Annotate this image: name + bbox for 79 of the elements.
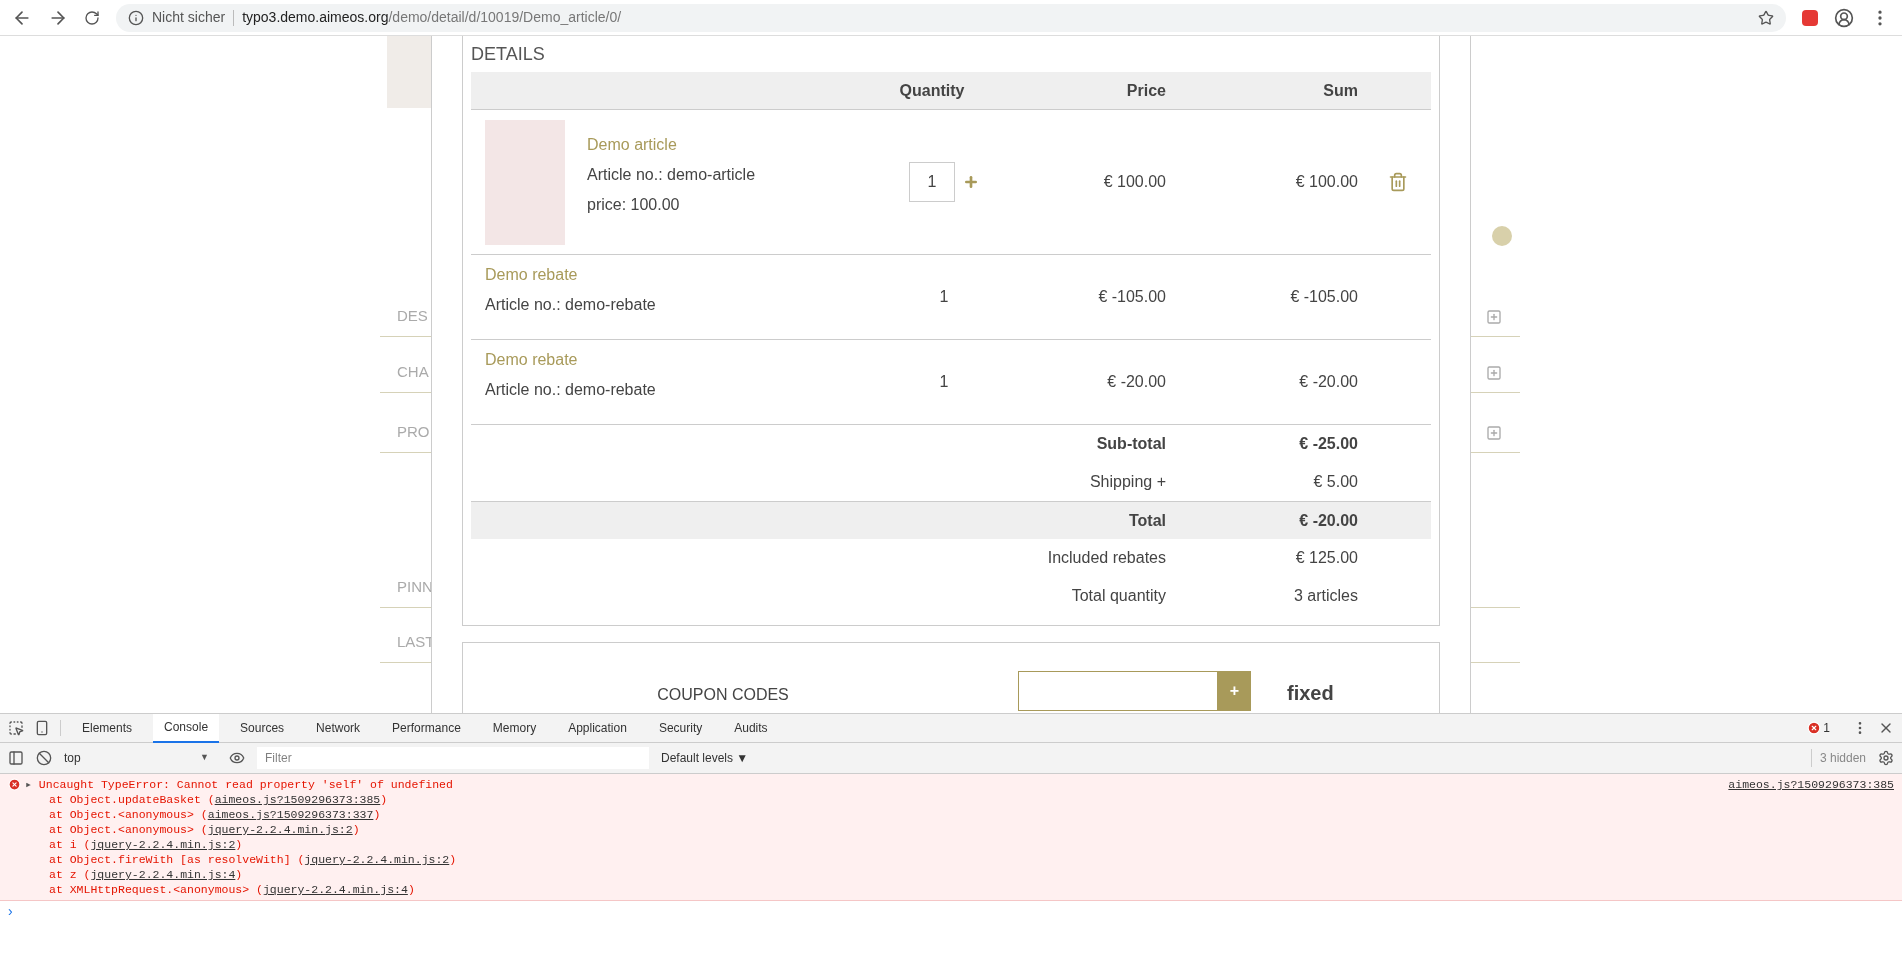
settings-icon[interactable] — [1878, 750, 1894, 766]
quantity: 1 — [939, 372, 949, 392]
sum: € -105.00 — [1289, 287, 1358, 307]
quantity-field[interactable]: 1 — [909, 162, 955, 202]
stack-line: at i (jquery-2.2.4.min.js:2) — [48, 837, 244, 852]
price: € -105.00 — [1097, 287, 1166, 307]
stack-link[interactable]: jquery-2.2.4.min.js:4 — [262, 883, 408, 896]
price: € -20.00 — [1106, 372, 1166, 392]
total-value: € -20.00 — [1298, 510, 1358, 531]
sum: € -20.00 — [1298, 372, 1358, 392]
coupon-field[interactable] — [1018, 671, 1218, 711]
error-count: 1 — [1823, 720, 1830, 737]
devtools-tab[interactable]: Network — [305, 713, 372, 743]
total-label: Total — [1127, 510, 1166, 531]
caret-icon: ▼ — [200, 751, 209, 765]
stack-link[interactable]: aimeos.js?1509296373:337 — [207, 808, 374, 821]
devtools-tab[interactable]: Memory — [481, 713, 548, 743]
inspect-icon[interactable] — [8, 720, 24, 736]
error-message[interactable]: ▸ Uncaught TypeError: Cannot read property 'self' of undefined — [25, 777, 453, 792]
sum: € 100.00 — [1294, 172, 1358, 192]
bookmark-star-icon[interactable] — [1758, 9, 1774, 26]
stack-line: at Object.<anonymous> (jquery-2.2.4.min.js:2) — [48, 822, 361, 837]
devtools-tab[interactable]: Performance — [381, 713, 472, 743]
console-prompt[interactable]: › — [0, 901, 1902, 922]
stack-link[interactable]: jquery-2.2.4.min.js:2 — [304, 853, 450, 866]
filter-field[interactable]: Filter — [257, 747, 649, 769]
price: € 100.00 — [1102, 172, 1166, 192]
stack-line: at Object.fireWith [as resolveWith] (jquery-2.2.4.min.js:2) — [48, 852, 458, 867]
context-select[interactable]: top ▼ — [64, 747, 209, 769]
stack-link[interactable]: jquery-2.2.4.min.js:2 — [90, 838, 236, 851]
article-number: Article no.: demo-rebate — [485, 295, 656, 315]
devtools-tab[interactable]: Elements — [71, 713, 144, 743]
column-header: Quantity — [898, 80, 966, 101]
total-value: € 5.00 — [1312, 472, 1358, 492]
total-label: Sub-total — [1095, 434, 1166, 454]
quantity: 1 — [939, 287, 949, 307]
column-header: Sum — [1322, 80, 1358, 101]
levels-dropdown[interactable]: Default levels ▼ — [661, 749, 749, 767]
security-label: Nicht sicher — [152, 8, 226, 27]
profile-icon[interactable] — [1834, 7, 1854, 28]
coupon-label: COUPON CODES — [656, 685, 790, 705]
error-icon — [8, 778, 21, 791]
devtools-tab[interactable]: Sources — [229, 713, 296, 743]
details-heading: DETAILS — [471, 43, 546, 63]
devtools-tab[interactable]: Console — [153, 713, 220, 743]
reload-icon[interactable] — [84, 9, 100, 26]
stack-line: at XMLHttpRequest.<anonymous> (jquery-2.2.4.min.js:4) — [48, 882, 416, 897]
clear-console-icon[interactable] — [36, 750, 52, 766]
stack-line: at Object.updateBasket (aimeos.js?1509296373:385) — [48, 792, 389, 807]
total-label: Included rebates — [1046, 548, 1166, 568]
sidebar-toggle-icon[interactable] — [8, 750, 24, 766]
devtools-tab[interactable]: Audits — [723, 713, 779, 743]
plus-icon[interactable] — [963, 174, 979, 190]
article-number: Article no.: demo-article — [587, 165, 756, 185]
article-number: Article no.: demo-rebate — [485, 380, 656, 400]
source-link[interactable]: aimeos.js?1509296373:385 — [1728, 777, 1894, 792]
stack-link[interactable]: aimeos.js?1509296373:385 — [214, 793, 381, 806]
total-label: Shipping + — [1088, 472, 1166, 492]
trash-icon[interactable] — [1388, 172, 1408, 192]
total-value: 3 articles — [1292, 586, 1358, 606]
unit-price: price: 100.00 — [587, 195, 681, 215]
coupon-status: fixed — [1287, 681, 1334, 706]
address-bar[interactable]: Nicht sicher typo3.demo.aimeos.org/demo/detail/d/10019/Demo_article/0/ — [116, 3, 1786, 32]
stack-line: at Object.<anonymous> (aimeos.js?1509296373:337) — [48, 807, 382, 822]
stack-link[interactable]: jquery-2.2.4.min.js:2 — [207, 823, 353, 836]
devtools-tab[interactable]: Application — [557, 713, 638, 743]
total-label: Total quantity — [1070, 586, 1166, 606]
total-value: € -25.00 — [1298, 434, 1358, 454]
eye-icon[interactable] — [229, 750, 245, 766]
url-text: typo3.demo.aimeos.org/demo/detail/d/10019/Demo_article/0/ — [242, 8, 622, 27]
info-icon — [128, 9, 144, 26]
stack-link[interactable]: jquery-2.2.4.min.js:4 — [90, 868, 236, 881]
column-header: Price — [1125, 80, 1166, 101]
stack-line: at z (jquery-2.2.4.min.js:4) — [48, 867, 244, 882]
error-icon — [1807, 721, 1822, 735]
total-value: € 125.00 — [1294, 548, 1358, 568]
devtools-tab[interactable]: Security — [647, 713, 714, 743]
device-icon[interactable] — [34, 720, 50, 736]
hidden-count: 3 hidden — [1810, 749, 1866, 767]
